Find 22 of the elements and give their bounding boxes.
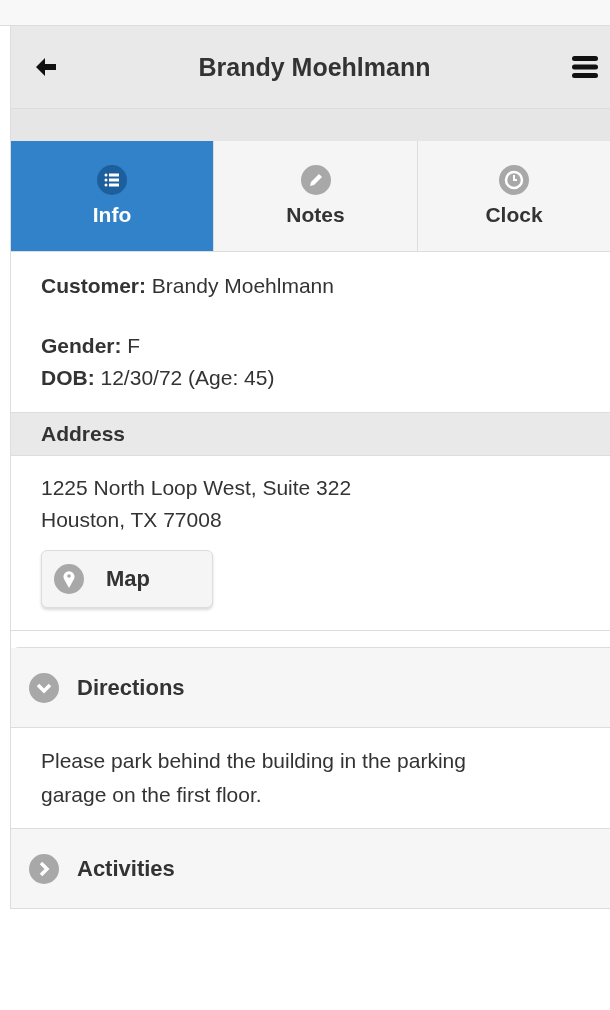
list-icon: [97, 165, 127, 195]
clock-icon: [499, 165, 529, 195]
collapsible-header[interactable]: Activities: [11, 829, 610, 909]
collapsible-header[interactable]: Directions: [11, 648, 610, 728]
chevron-down-icon: [29, 672, 59, 703]
tab[interactable]: Clock: [417, 141, 610, 251]
customer-name: Customer: Brandy Moehlmann: [41, 273, 335, 299]
detail-text: Gender: F: [41, 333, 142, 359]
page-title: Brandy Moehlmann: [198, 52, 431, 82]
section-title: Address: [41, 422, 126, 446]
location-pin-icon: [54, 564, 84, 594]
back-icon[interactable]: [35, 57, 57, 77]
menu-icon[interactable]: [572, 55, 598, 79]
address-line: 1225 North Loop West, Suite 322: [41, 475, 353, 501]
map-button[interactable]: Map: [41, 550, 213, 608]
address-line: Houston, TX 77008: [41, 507, 223, 533]
pencil-icon: [300, 165, 331, 195]
tab[interactable]: Info: [11, 141, 213, 251]
chevron-right-icon: [29, 853, 59, 884]
directions-text: Please park behind the building in the parking garage on the first floor.: [41, 748, 467, 808]
tab[interactable]: Notes: [213, 141, 417, 251]
detail-text: DOB: 12/30/72 (Age: 45): [41, 365, 276, 391]
